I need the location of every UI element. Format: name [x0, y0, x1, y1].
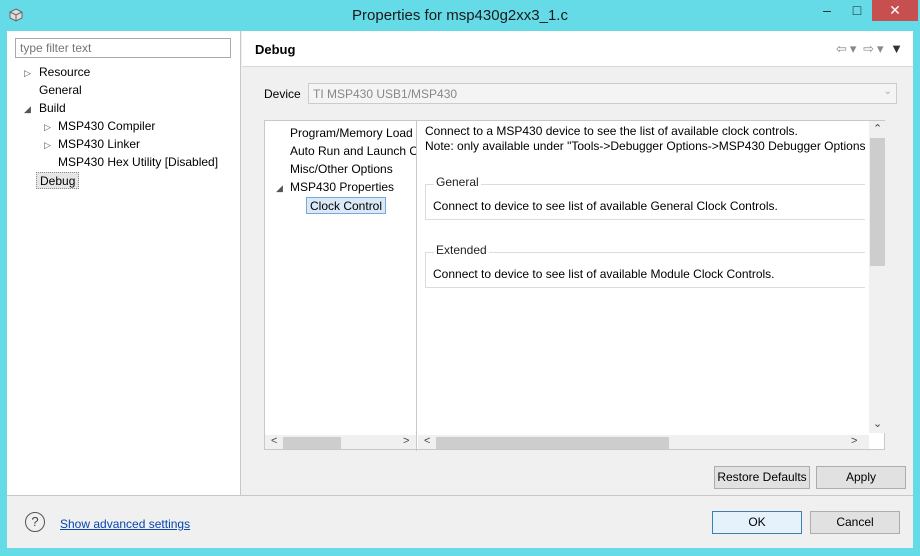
- tree-hscrollbar[interactable]: < >: [265, 435, 416, 449]
- show-advanced-settings-link[interactable]: Show advanced settings: [60, 517, 190, 531]
- group-title: Extended: [434, 243, 489, 257]
- page-title: Debug: [255, 42, 296, 57]
- tree-item-build[interactable]: Build: [39, 100, 66, 117]
- tree-item-program-memory-load[interactable]: Program/Memory Load: [290, 125, 413, 142]
- expand-icon[interactable]: ▷: [44, 137, 54, 154]
- tree-item-debug[interactable]: Debug: [36, 172, 80, 189]
- tree-item-misc-options[interactable]: Misc/Other Options: [290, 161, 393, 178]
- group-text: Connect to device to see list of availab…: [433, 199, 778, 213]
- tree-item-msp430-linker[interactable]: MSP430 Linker: [58, 136, 140, 153]
- dialog-footer: ? Show advanced settings OK Cancel: [7, 495, 913, 548]
- page-header: Debug ⇦ ▾ ⇨ ▾ ▼: [242, 31, 913, 67]
- info-note: Note: only available under "Tools->Debug…: [425, 139, 866, 153]
- dialog-content: ▷ Resource General ◢ Build ▷ MSP430 Comp…: [7, 31, 913, 548]
- restore-defaults-button[interactable]: Restore Defaults: [714, 466, 810, 489]
- scroll-thumb[interactable]: [436, 437, 669, 449]
- apply-button[interactable]: Apply: [816, 466, 906, 489]
- extended-group: Extended Connect to device to see list o…: [425, 243, 865, 288]
- tree-item-msp430-properties[interactable]: MSP430 Properties: [290, 179, 394, 196]
- group-title: General: [434, 175, 481, 189]
- clock-control-panel: Program/Memory Load Auto Run and Launch …: [264, 120, 886, 451]
- scroll-up-icon[interactable]: ⌃: [873, 122, 882, 135]
- tree-item-general[interactable]: General: [39, 82, 82, 99]
- view-menu-icon[interactable]: ▼: [890, 41, 903, 56]
- minimize-button[interactable]: –: [812, 2, 842, 24]
- nav-controls: ⇦ ▾ ⇨ ▾ ▼: [833, 41, 903, 57]
- back-arrow-icon[interactable]: ⇦: [836, 41, 847, 56]
- filter-input[interactable]: [15, 38, 231, 58]
- scroll-left-icon[interactable]: <: [424, 435, 430, 447]
- properties-window: Properties for msp430g2xx3_1.c – □ ✕ ▷ R…: [0, 0, 920, 556]
- forward-dropdown-icon[interactable]: ▾: [877, 41, 884, 56]
- debug-options-tree: Program/Memory Load Auto Run and Launch …: [265, 121, 417, 451]
- scroll-left-icon[interactable]: <: [271, 435, 277, 447]
- ok-button[interactable]: OK: [712, 511, 802, 534]
- collapse-icon[interactable]: ◢: [276, 180, 286, 197]
- scroll-right-icon[interactable]: >: [851, 435, 857, 447]
- debug-page: Debug ⇦ ▾ ⇨ ▾ ▼ Device TI MSP430 USB1/MSP4…: [242, 31, 913, 495]
- device-label: Device: [264, 87, 301, 101]
- expand-icon[interactable]: ▷: [24, 65, 34, 82]
- cancel-button[interactable]: Cancel: [810, 511, 900, 534]
- forward-arrow-icon[interactable]: ⇨: [863, 41, 874, 56]
- group-text: Connect to device to see list of availab…: [433, 267, 775, 281]
- info-message: Connect to a MSP430 device to see the li…: [425, 124, 798, 138]
- help-icon[interactable]: ?: [25, 512, 45, 532]
- tree-item-auto-run[interactable]: Auto Run and Launch O: [290, 143, 416, 160]
- content-hscrollbar[interactable]: < >: [418, 435, 869, 449]
- tree-item-clock-control[interactable]: Clock Control: [306, 197, 387, 214]
- scroll-right-icon[interactable]: >: [403, 435, 409, 447]
- scroll-thumb[interactable]: [870, 138, 885, 266]
- chevron-down-icon: ⌄: [883, 86, 892, 97]
- scroll-thumb[interactable]: [283, 437, 341, 449]
- tree-item-msp430-hex-utility[interactable]: MSP430 Hex Utility [Disabled]: [58, 154, 218, 171]
- tree-item-msp430-compiler[interactable]: MSP430 Compiler: [58, 118, 155, 135]
- general-group: General Connect to device to see list of…: [425, 175, 865, 220]
- category-pane: ▷ Resource General ◢ Build ▷ MSP430 Comp…: [7, 31, 241, 495]
- title-bar[interactable]: Properties for msp430g2xx3_1.c – □ ✕: [0, 0, 920, 31]
- expand-icon[interactable]: ▷: [44, 119, 54, 136]
- device-value: TI MSP430 USB1/MSP430: [313, 87, 458, 101]
- device-select[interactable]: TI MSP430 USB1/MSP430 ⌄: [308, 83, 897, 104]
- window-title: Properties for msp430g2xx3_1.c: [352, 7, 568, 24]
- close-button[interactable]: ✕: [872, 0, 918, 21]
- scroll-down-icon[interactable]: ⌄: [873, 417, 882, 430]
- collapse-icon[interactable]: ◢: [24, 101, 34, 118]
- tree-item-resource[interactable]: Resource: [39, 64, 90, 81]
- clock-control-content: Connect to a MSP430 device to see the li…: [418, 121, 886, 451]
- back-dropdown-icon[interactable]: ▾: [850, 41, 857, 56]
- content-vscrollbar[interactable]: ⌃ ⌄: [869, 121, 886, 433]
- maximize-button[interactable]: □: [842, 2, 872, 24]
